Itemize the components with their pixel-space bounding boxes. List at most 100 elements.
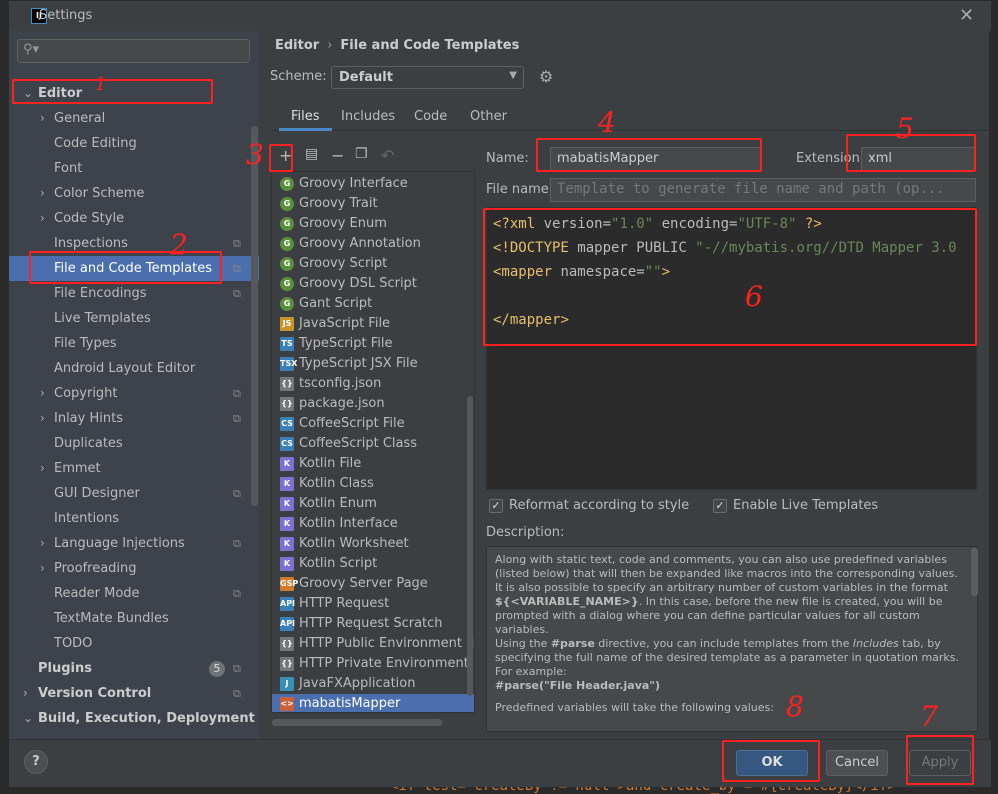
template-list-item[interactable]: G Groovy Enum [272,214,474,234]
remove-template-icon[interactable]: − [331,146,344,165]
template-list-item[interactable]: {} package.json [272,394,474,414]
chevron-right-icon[interactable]: › [40,181,45,206]
scheme-dropdown[interactable]: Default ▼ [331,66,524,89]
sidebar-item[interactable]: › Proofreading [9,556,259,581]
gear-icon[interactable]: ⚙ [539,67,553,86]
template-list-item[interactable]: G Groovy DSL Script [272,274,474,294]
cancel-button[interactable]: Cancel [826,750,888,776]
sidebar-item[interactable]: Duplicates [9,431,259,456]
tab-files[interactable]: Files [279,105,332,131]
annotation-box [12,79,213,104]
java-file-icon: J [280,677,294,691]
chevron-right-icon[interactable]: › [40,206,45,231]
template-list-item[interactable]: TS TypeScript File [272,334,474,354]
tab-includes[interactable]: Includes [329,105,407,131]
description-scrollbar[interactable] [971,548,978,596]
template-list-item[interactable]: G Groovy Script [272,254,474,274]
sidebar-item[interactable]: File Encodings ⧉ [9,281,259,306]
sidebar-item[interactable]: TODO [9,631,259,656]
sidebar-item[interactable]: › General [9,106,259,131]
sidebar-item[interactable]: › Version Control ⧉ [9,681,259,706]
template-list-item[interactable]: G Groovy Annotation [272,234,474,254]
sidebar-item[interactable]: › Inlay Hints ⧉ [9,406,259,431]
create-child-template-icon[interactable]: ▤ [305,146,318,162]
template-name: Groovy Script [299,256,388,271]
chevron-right-icon[interactable]: › [40,456,45,481]
file-name-input[interactable]: Template to generate file name and path … [550,178,976,202]
xml-file-icon: <> [280,697,294,711]
tab-other[interactable]: Other [458,105,519,131]
code-scrollbar-track[interactable] [979,207,987,490]
template-list-item[interactable]: J JavaFXApplication [272,674,474,694]
sidebar-item-label: Duplicates [54,436,123,451]
sidebar-item[interactable]: GUI Designer ⧉ [9,481,259,506]
search-input[interactable]: ⚲▾ [17,39,250,63]
chevron-right-icon[interactable]: › [40,531,45,556]
chevron-right-icon[interactable]: › [40,556,45,581]
sidebar-item[interactable]: › Emmet [9,456,259,481]
sidebar-item[interactable]: Font [9,156,259,181]
template-list-item[interactable]: K Kotlin Worksheet [272,534,474,554]
sidebar-item[interactable]: Intentions [9,506,259,531]
enable-live-templates-checkbox[interactable]: ✓ Enable Live Templates [713,498,878,513]
annotation-box [722,740,820,782]
sidebar-item[interactable]: ⌄ Build, Execution, Deployment [9,706,259,731]
chevron-right-icon[interactable]: › [40,381,45,406]
sidebar-item-label: Color Scheme [54,186,145,201]
template-name: HTTP Request Scratch [299,616,443,631]
sidebar-item[interactable]: Plugins 5 ⧉ [9,656,259,681]
chevron-down-icon[interactable]: ⌄ [23,706,33,731]
sidebar-item[interactable]: Code Editing [9,131,259,156]
sidebar-item[interactable]: › Copyright ⧉ [9,381,259,406]
sidebar-item[interactable]: › Language Injections ⧉ [9,531,259,556]
template-name: HTTP Request [299,596,390,611]
template-list-item[interactable]: K Kotlin Class [272,474,474,494]
template-list-item[interactable]: {} tsconfig.json [272,374,474,394]
chevron-right-icon[interactable]: › [40,106,45,131]
chevron-right-icon[interactable]: › [40,406,45,431]
api-file-icon: API [280,617,295,631]
template-list-item[interactable]: {} HTTP Private Environment File [272,654,474,674]
sidebar-item[interactable]: › Code Style [9,206,259,231]
tab-code[interactable]: Code [402,105,459,131]
template-list-item[interactable]: K Kotlin Interface [272,514,474,534]
sidebar-item-label: General [54,111,106,126]
template-name: JavaFXApplication [299,676,416,691]
sidebar-item[interactable]: Reader Mode ⧉ [9,581,259,606]
template-list-item[interactable]: API HTTP Request [272,594,474,614]
chevron-right-icon[interactable]: › [23,681,28,706]
sidebar-item[interactable]: TextMate Bundles [9,606,259,631]
template-list-item[interactable]: K Kotlin Script [272,554,474,574]
kotlin-file-icon: K [280,457,294,471]
close-icon[interactable]: ✕ [959,5,974,26]
template-list-scrollbar[interactable] [467,396,473,696]
sidebar-item[interactable]: › Color Scheme [9,181,259,206]
groovy-file-icon: G [280,177,294,191]
template-list-item[interactable]: G Groovy Interface [272,174,474,194]
project-scope-icon: ⧉ [233,487,241,500]
template-list-hscrollbar[interactable] [272,719,442,726]
template-list-item[interactable]: API HTTP Request Scratch [272,614,474,634]
template-list-item[interactable]: {} HTTP Public Environment File [272,634,474,654]
reformat-checkbox[interactable]: ✓ Reformat according to style [489,498,689,513]
template-list-item[interactable]: K Kotlin Enum [272,494,474,514]
template-list-item[interactable]: K Kotlin File [272,454,474,474]
copy-template-icon[interactable]: ❐ [355,146,368,162]
project-scope-icon: ⧉ [233,387,241,400]
template-list-item[interactable]: JS JavaScript File [272,314,474,334]
sidebar-item[interactable]: Android Layout Editor [9,356,259,381]
template-list-item[interactable]: TSX TypeScript JSX File [272,354,474,374]
sidebar-item-label: Intentions [54,511,120,526]
help-button[interactable]: ? [24,750,48,774]
gsp-file-icon: GSP [280,577,298,591]
template-list-item[interactable]: G Groovy Trait [272,194,474,214]
breadcrumb-parent[interactable]: Editor [275,38,319,53]
template-list-item[interactable]: CS CoffeeScript Class [272,434,474,454]
sidebar-item[interactable]: Live Templates [9,306,259,331]
sidebar-scrollbar[interactable] [251,126,258,506]
template-list-item[interactable]: CS CoffeeScript File [272,414,474,434]
sidebar-item[interactable]: File Types [9,331,259,356]
template-list-item[interactable]: GSP Groovy Server Page [272,574,474,594]
template-list-item[interactable]: G Gant Script [272,294,474,314]
template-list-item[interactable]: <> mabatisMapper [272,694,474,712]
